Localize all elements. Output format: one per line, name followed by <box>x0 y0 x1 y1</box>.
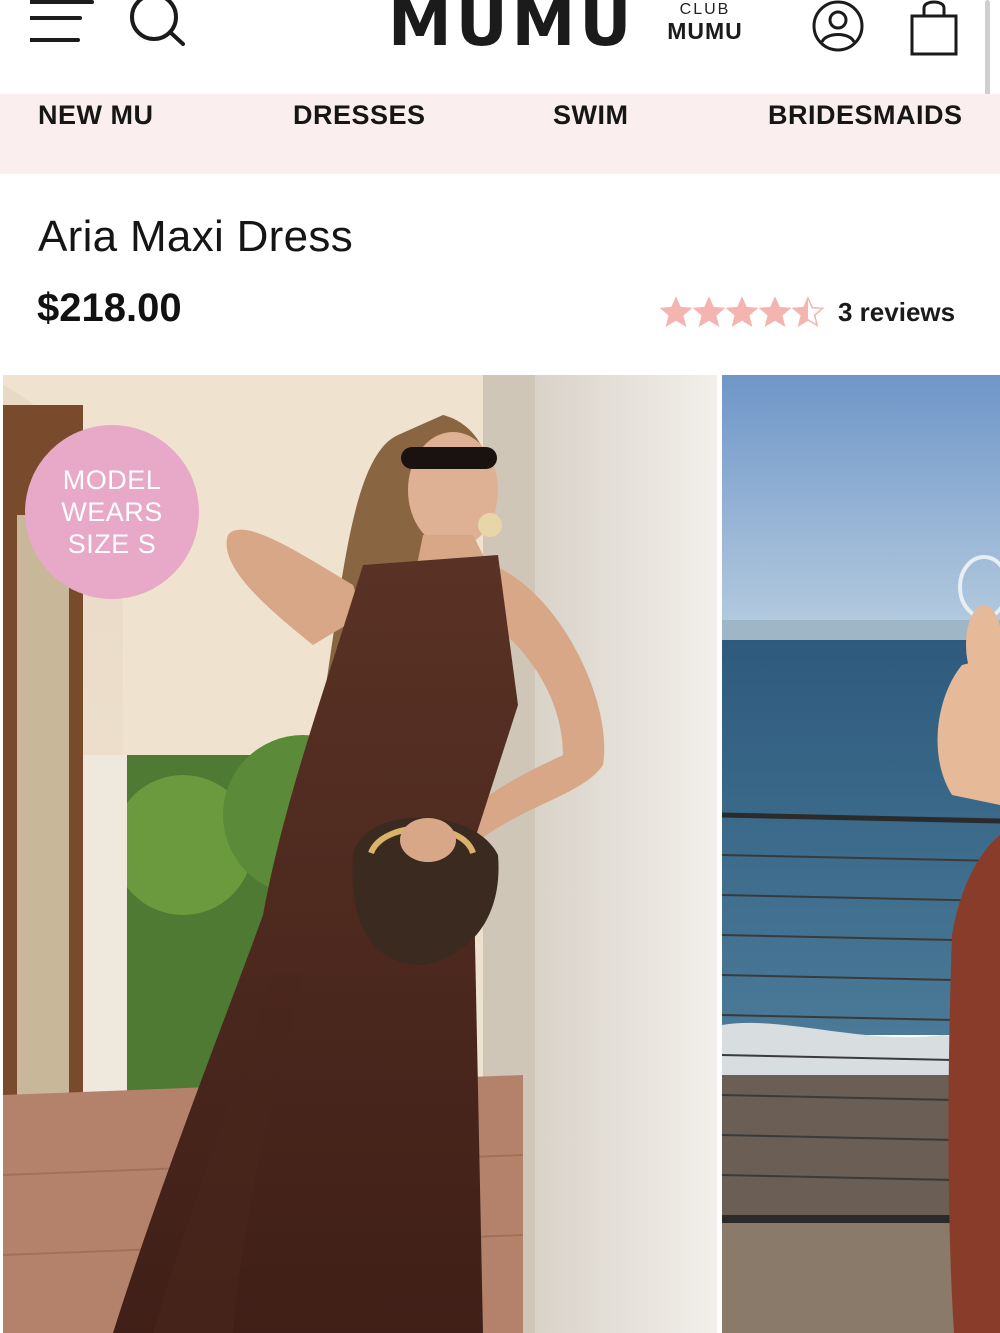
badge-line-2: WEARS <box>61 497 163 527</box>
club-label: CLUB <box>679 1 731 18</box>
product-rating[interactable]: 3 reviews <box>660 294 955 330</box>
star-rating <box>660 296 824 328</box>
hamburger-menu-icon[interactable] <box>30 0 94 46</box>
product-gallery[interactable]: MODEL WEARS SIZE S <box>0 375 1000 1333</box>
nav-item-dresses[interactable]: DRESSES <box>293 100 426 131</box>
star-icon <box>726 296 758 327</box>
badge-line-1: MODEL <box>62 465 162 495</box>
nav-item-swim[interactable]: SWIM <box>553 100 629 131</box>
search-icon[interactable] <box>128 0 188 48</box>
user-account-icon[interactable] <box>810 0 866 54</box>
site-header: MUMU CLUB MUMU <box>0 0 1000 146</box>
brand-logo[interactable]: MUMU <box>388 0 635 56</box>
product-title: Aria Maxi Dress <box>38 212 353 261</box>
product-price: $218.00 <box>37 286 182 330</box>
club-mumu-link[interactable]: CLUB MUMU <box>664 1 746 45</box>
star-icon <box>660 296 692 327</box>
category-nav: NEW MU DRESSES SWIM BRIDESMAIDS <box>0 94 1000 174</box>
model-size-badge: MODEL WEARS SIZE S <box>25 425 199 599</box>
reviews-link[interactable]: 3 reviews <box>838 297 955 328</box>
club-name: MUMU <box>667 18 743 44</box>
nav-item-new-mu[interactable]: NEW MU <box>38 100 153 131</box>
shopping-bag-icon[interactable] <box>906 0 962 58</box>
star-icon <box>792 296 824 327</box>
product-photo-secondary[interactable] <box>722 375 1000 1333</box>
product-page: MUMU CLUB MUMU NEW MU DRESSES SWIM BRIDE… <box>0 0 1000 1333</box>
star-icon <box>759 296 791 327</box>
badge-line-3: SIZE S <box>67 529 157 559</box>
nav-item-bridesmaids[interactable]: BRIDESMAIDS <box>768 100 963 131</box>
star-icon <box>693 296 725 327</box>
